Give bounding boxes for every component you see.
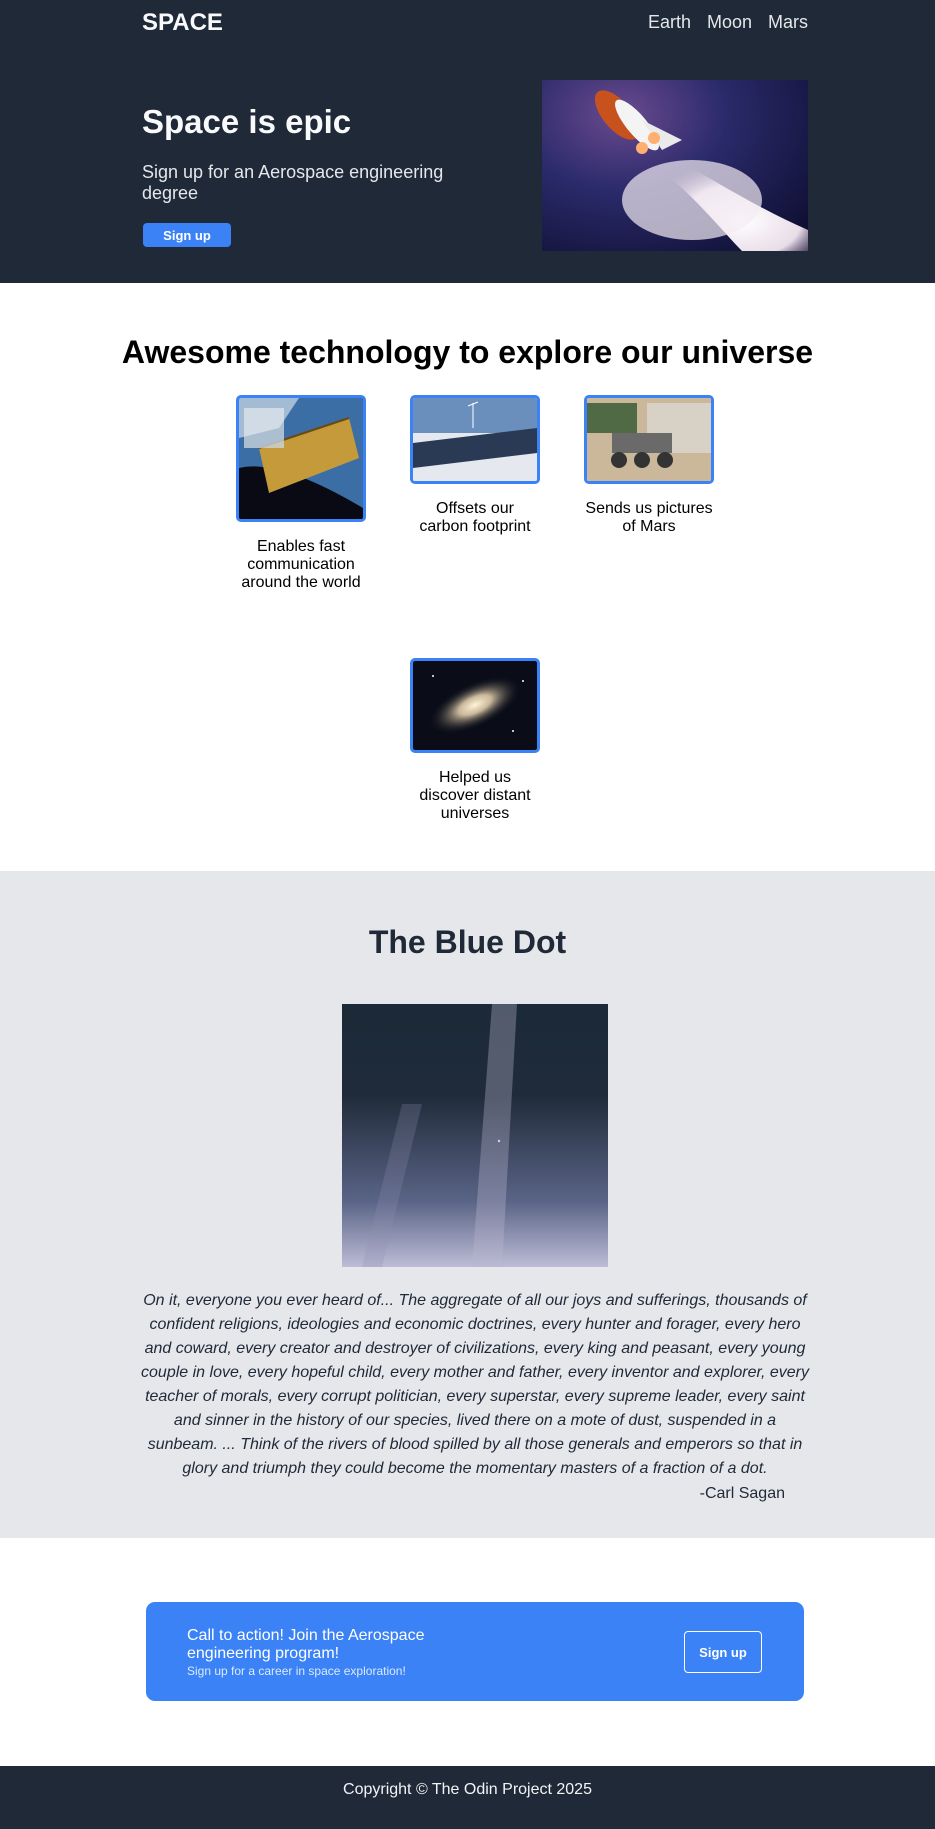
nav-link-earth[interactable]: Earth [648,12,691,33]
hero-subtitle: Sign up for an Aerospace engineering deg… [142,162,444,203]
hero-section: SPACE Earth Moon Mars Space is epic Sign… [0,0,935,283]
pale-blue-dot-image [342,1004,608,1267]
copyright-text: Copyright © The Odin Project 2025 [343,1781,592,1798]
cta-title: Call to action! Join the Aerospace engin… [187,1627,425,1662]
tech-card-satellite: Enables fast communication around the wo… [236,395,366,592]
page: SPACE Earth Moon Mars Space is epic Sign… [0,0,935,1829]
blue-dot-section: The Blue Dot On it, everyone you ever he… [0,871,935,1538]
cta-signup-button[interactable]: Sign up [684,1631,762,1673]
mars-rover-image [584,395,714,484]
solar-panels-image [410,395,540,484]
quote-author: -Carl Sagan [699,1485,785,1502]
galaxy-image [410,658,540,753]
site-logo[interactable]: SPACE [142,9,223,37]
tech-card-telescope: Helped us discover distant universes [410,658,540,823]
tech-caption: Offsets our carbon footprint [419,500,531,535]
nav-link-moon[interactable]: Moon [707,12,752,33]
hero-title: Space is epic [142,103,352,140]
cta-box: Call to action! Join the Aerospace engin… [146,1602,804,1701]
space-shuttle-image [542,80,808,251]
cta-subtitle: Sign up for a career in space exploratio… [187,1664,406,1678]
sagan-quote: On it, everyone you ever heard of... The… [141,1292,809,1477]
nav-link-mars[interactable]: Mars [768,12,808,33]
tech-caption: Enables fast communication around the wo… [241,538,361,591]
blue-dot-title: The Blue Dot [368,924,567,960]
tech-card-solar: Offsets our carbon footprint [410,395,540,536]
tech-caption: Helped us discover distant universes [419,769,531,822]
tech-caption: Sends us pictures of Mars [585,500,713,535]
tech-section-title: Awesome technology to explore our univer… [121,334,814,370]
hero-signup-button[interactable]: Sign up [143,223,231,247]
main-nav: Earth Moon Mars [648,12,808,33]
tech-card-rover: Sends us pictures of Mars [584,395,714,536]
satellite-image [236,395,366,522]
footer: Copyright © The Odin Project 2025 [0,1766,935,1829]
